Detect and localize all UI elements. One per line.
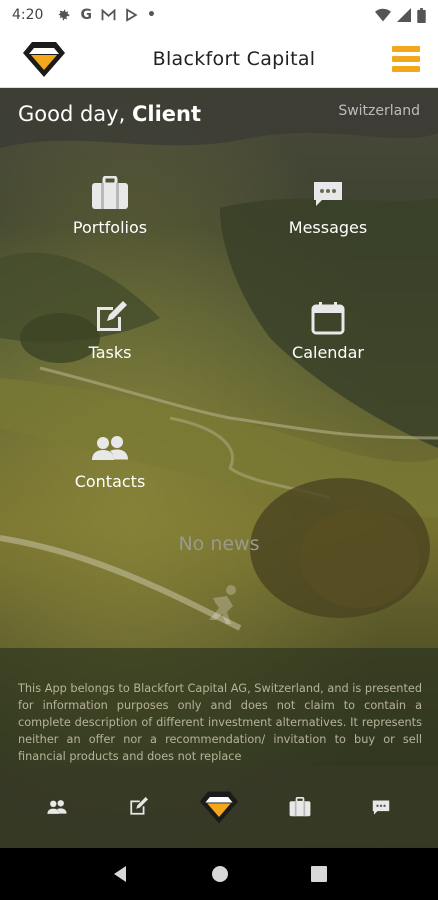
status-notification-icons: G • (57, 7, 156, 23)
gear-icon (59, 9, 70, 21)
battery-icon (417, 7, 426, 23)
greeting: Good day, Client (18, 102, 201, 126)
empty-news-icon (209, 585, 236, 624)
greeting-prefix: Good day, (18, 102, 132, 126)
gmail-icon (101, 9, 116, 21)
contacts-icon (92, 436, 128, 460)
play-icon (126, 8, 138, 22)
blackfort-logo-icon[interactable] (22, 39, 66, 79)
status-bar: 4:20 G • (0, 0, 438, 30)
tile-label: Messages (288, 218, 368, 237)
region-label: Switzerland (338, 103, 420, 119)
tab-contacts[interactable] (37, 787, 77, 827)
chat-icon (373, 800, 390, 815)
briefcase-icon (289, 797, 311, 817)
calendar-icon (311, 302, 345, 335)
recents-icon[interactable] (311, 866, 327, 882)
contacts-icon (46, 800, 67, 814)
tile-label: Portfolios (72, 218, 148, 237)
no-news-label: No news (178, 533, 260, 555)
tab-portfolios[interactable] (280, 787, 320, 827)
signal-icon (397, 8, 411, 22)
tile-label: Tasks (88, 343, 132, 362)
status-system-icons (375, 7, 426, 23)
tile-messages[interactable]: Messages (258, 176, 398, 237)
hamburger-menu-button[interactable] (392, 45, 420, 72)
google-icon: G (80, 7, 92, 23)
greeting-name: Client (131, 102, 201, 126)
chat-icon (314, 182, 342, 206)
disclaimer-text: This App belongs to Blackfort Capital AG… (18, 682, 422, 763)
briefcase-icon (92, 176, 128, 209)
edit-icon (130, 797, 148, 815)
tile-calendar[interactable]: Calendar (258, 301, 398, 362)
tile-label: Calendar (292, 343, 364, 362)
bottom-tab-bar (0, 766, 438, 848)
wifi-icon (375, 8, 391, 22)
tab-tasks[interactable] (118, 787, 158, 827)
app-bar: Blackfort Capital (0, 30, 438, 88)
edit-icon (97, 301, 127, 331)
status-time: 4:20 (12, 7, 44, 23)
dot-indicator: • (146, 7, 156, 23)
tab-home[interactable] (199, 787, 239, 827)
app-title: Blackfort Capital (152, 47, 316, 70)
tile-portfolios[interactable]: Portfolios (40, 176, 180, 237)
home-icon[interactable] (211, 865, 229, 883)
home-logo-icon (199, 791, 239, 824)
tile-contacts[interactable]: Contacts (40, 430, 180, 491)
tab-messages[interactable] (361, 787, 401, 827)
tile-label: Contacts (74, 472, 146, 491)
android-nav-bar (0, 848, 438, 900)
tile-tasks[interactable]: Tasks (40, 301, 180, 362)
back-icon[interactable] (111, 865, 129, 883)
